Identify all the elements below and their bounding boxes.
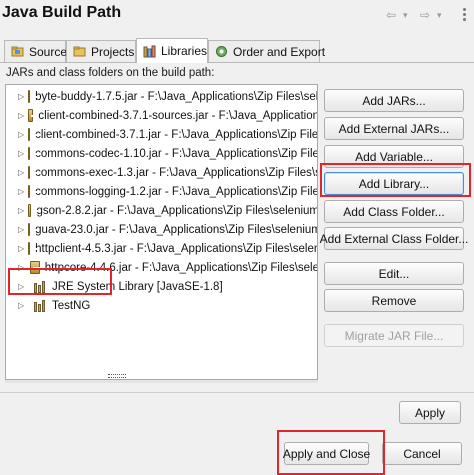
jar-icon [28, 204, 40, 217]
tree-item[interactable]: ▷ client-combined-3.7.1-sources.jar - F:… [6, 106, 318, 125]
tab-source-label: Source [29, 44, 68, 59]
add-class-folder-button[interactable]: Add Class Folder... [324, 200, 464, 223]
tree-item[interactable]: ▷ httpclient-4.5.3.jar - F:\Java_Applica… [6, 239, 318, 258]
expand-arrow-icon[interactable]: ▷ [18, 144, 24, 163]
back-dropdown-icon[interactable]: ▾ [403, 11, 411, 20]
apply-button[interactable]: Apply [399, 401, 461, 424]
resize-handle[interactable] [108, 374, 126, 378]
expand-arrow-icon[interactable]: ▷ [18, 239, 24, 258]
expand-arrow-icon[interactable]: ▷ [18, 182, 24, 201]
expand-arrow-icon[interactable]: ▷ [18, 277, 29, 296]
window-title: Java Build Path [2, 4, 122, 21]
jar-icon [28, 223, 39, 236]
tree-item-label: httpclient-4.5.3.jar - F:\Java_Applicati… [35, 242, 318, 255]
tree-item[interactable]: ▷ byte-buddy-1.7.5.jar - F:\Java_Applica… [6, 87, 318, 106]
tree-item-label: guava-23.0.jar - F:\Java_Applications\Zi… [35, 223, 318, 236]
add-variable-button[interactable]: Add Variable... [324, 145, 464, 168]
edit-button[interactable]: Edit... [324, 262, 464, 285]
jar-icon [28, 128, 39, 141]
tree-item-label: byte-buddy-1.7.5.jar - F:\Java_Applicati… [35, 90, 318, 103]
jar-icon [28, 166, 39, 179]
tree-item[interactable]: ▷ commons-exec-1.3.jar - F:\Java_Applica… [6, 163, 318, 182]
tab-libraries[interactable]: Libraries [136, 38, 208, 63]
forward-dropdown-icon[interactable]: ▾ [437, 11, 445, 20]
tab-order-and-export-label: Order and Export [233, 44, 326, 59]
tree-item[interactable]: ▷ commons-codec-1.10.jar - F:\Java_Appli… [6, 144, 318, 163]
view-menu-icon[interactable] [462, 8, 468, 24]
tab-source[interactable]: Source [4, 40, 68, 62]
expand-arrow-icon[interactable]: ▷ [18, 220, 24, 239]
tree-item-label: commons-exec-1.3.jar - F:\Java_Applicati… [35, 166, 318, 179]
tab-order-and-export[interactable]: Order and Export [208, 40, 325, 62]
add-jars-button[interactable]: Add JARs... [324, 89, 464, 112]
expand-arrow-icon[interactable]: ▷ [18, 258, 26, 277]
order-export-icon [215, 45, 228, 58]
separator [0, 392, 474, 393]
tree-item[interactable]: ▷ JRE System Library [JavaSE-1.8] [6, 277, 317, 296]
library-icon [33, 280, 47, 293]
migrate-jar-button[interactable]: Migrate JAR File... [324, 324, 464, 347]
jar-icon [28, 90, 39, 103]
tab-projects-label: Projects [91, 44, 135, 59]
expand-arrow-icon[interactable]: ▷ [18, 201, 24, 220]
back-arrow-icon[interactable]: ⇦ [386, 9, 400, 21]
tree-item-label: httpcore-4.4.6.jar - F:\Java_Application… [44, 261, 318, 274]
build-path-label: JARs and class folders on the build path… [6, 67, 215, 79]
tree-item[interactable]: ▷ commons-logging-1.2.jar - F:\Java_Appl… [6, 182, 318, 201]
tab-projects[interactable]: Projects [66, 40, 136, 62]
jar-icon [28, 242, 39, 255]
tab-libraries-label: Libraries [161, 44, 208, 58]
tree-item[interactable]: ▷ httpcore-4.4.6.jar - F:\Java_Applicati… [6, 258, 318, 277]
tree-item[interactable]: ▷ client-combined-3.7.1.jar - F:\Java_Ap… [6, 125, 318, 144]
libraries-icon [143, 45, 156, 58]
tree-item[interactable]: ▷ gson-2.8.2.jar - F:\Java_Applications\… [6, 201, 318, 220]
expand-arrow-icon[interactable]: ▷ [18, 296, 29, 315]
tree-item[interactable]: ▷ TestNG [6, 296, 317, 315]
title-bar: Java Build Path ⇦ ▾ ⇨ ▾ [0, 0, 474, 36]
horizontal-scrollbar[interactable] [5, 380, 318, 383]
tree-item[interactable]: ▷ guava-23.0.jar - F:\Java_Applications\… [6, 220, 318, 239]
library-icon [33, 299, 47, 312]
expand-arrow-icon[interactable]: ▷ [18, 106, 24, 125]
cancel-button[interactable]: Cancel [382, 442, 462, 465]
add-library-button[interactable]: Add Library... [324, 172, 464, 195]
tree-item-label: commons-codec-1.10.jar - F:\Java_Applica… [35, 147, 318, 160]
tree-item-label: client-combined-3.7.1-sources.jar - F:\J… [38, 109, 318, 122]
expand-arrow-icon[interactable]: ▷ [18, 125, 24, 144]
apply-and-close-button[interactable]: Apply and Close [283, 442, 370, 465]
tree-item-label: JRE System Library [JavaSE-1.8] [52, 280, 223, 293]
add-external-jars-button[interactable]: Add External JARs... [324, 117, 464, 140]
remove-button[interactable]: Remove [324, 289, 464, 312]
source-folder-icon [11, 45, 24, 58]
tree-item-label: commons-logging-1.2.jar - F:\Java_Applic… [35, 185, 318, 198]
jar-icon [28, 185, 39, 198]
tab-divider [0, 62, 474, 63]
jar-icon [28, 109, 39, 122]
forward-arrow-icon[interactable]: ⇨ [420, 9, 434, 21]
projects-icon [73, 45, 86, 58]
expand-arrow-icon[interactable]: ▷ [18, 87, 24, 106]
tree-item-label: client-combined-3.7.1.jar - F:\Java_Appl… [35, 128, 318, 141]
tree-item-label: TestNG [52, 299, 91, 312]
tree-item-label: gson-2.8.2.jar - F:\Java_Applications\Zi… [36, 204, 318, 217]
jar-icon [28, 147, 39, 160]
add-external-class-folder-button[interactable]: Add External Class Folder... [320, 227, 468, 250]
expand-arrow-icon[interactable]: ▷ [18, 163, 24, 182]
jar-icon [29, 261, 40, 274]
build-path-tree[interactable]: ▷ byte-buddy-1.7.5.jar - F:\Java_Applica… [5, 84, 318, 380]
